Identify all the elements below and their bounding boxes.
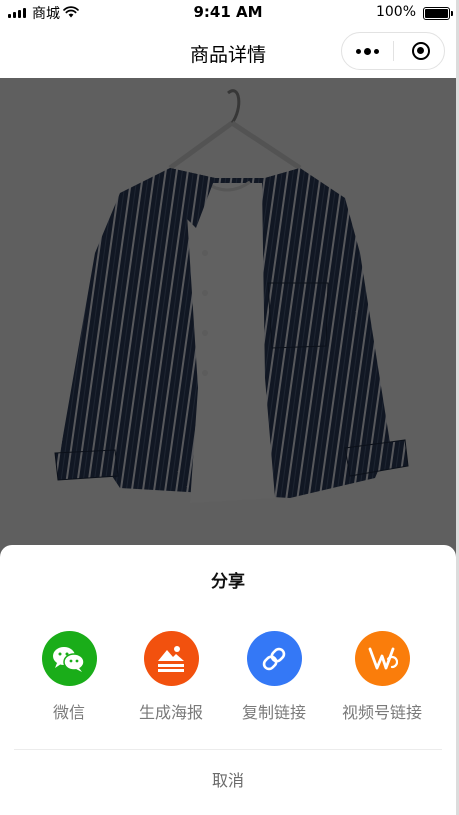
share-sheet: 分享 微信 生成海报 复制链接 视频号链接 取消 [0, 545, 456, 815]
navigation-bar: 商品详情 [0, 26, 456, 78]
close-button[interactable] [398, 33, 444, 69]
more-button[interactable] [342, 33, 393, 69]
status-bar: 商城 9:41 AM 100% [0, 0, 456, 26]
screen: 商城 9:41 AM 100% 商品详情 分享 微信 生成海报 复制链接 视频号… [0, 0, 456, 815]
channels-icon [354, 631, 410, 686]
battery-percent: 100% [375, 4, 416, 20]
channels-link-label: 视频号链接 [341, 703, 422, 722]
share-poster-label: 生成海报 [138, 703, 203, 722]
share-sheet-title: 分享 [211, 572, 245, 592]
close-target-icon [412, 42, 430, 60]
poster-icon [143, 631, 199, 686]
battery-icon [423, 7, 453, 20]
share-poster-button[interactable]: 生成海报 [116, 631, 226, 723]
more-dots-icon [356, 47, 379, 55]
share-wechat-button[interactable]: 微信 [14, 631, 124, 723]
copy-link-button[interactable]: 复制链接 [219, 631, 329, 723]
channels-link-button[interactable]: 视频号链接 [327, 631, 437, 723]
link-icon [246, 631, 302, 686]
wechat-icon [41, 631, 97, 686]
share-wechat-label: 微信 [52, 703, 85, 722]
copy-link-label: 复制链接 [241, 703, 306, 722]
cancel-button[interactable]: 取消 [0, 751, 456, 815]
mini-program-capsule [341, 32, 445, 70]
capsule-divider [393, 41, 394, 61]
sheet-divider [14, 749, 442, 750]
